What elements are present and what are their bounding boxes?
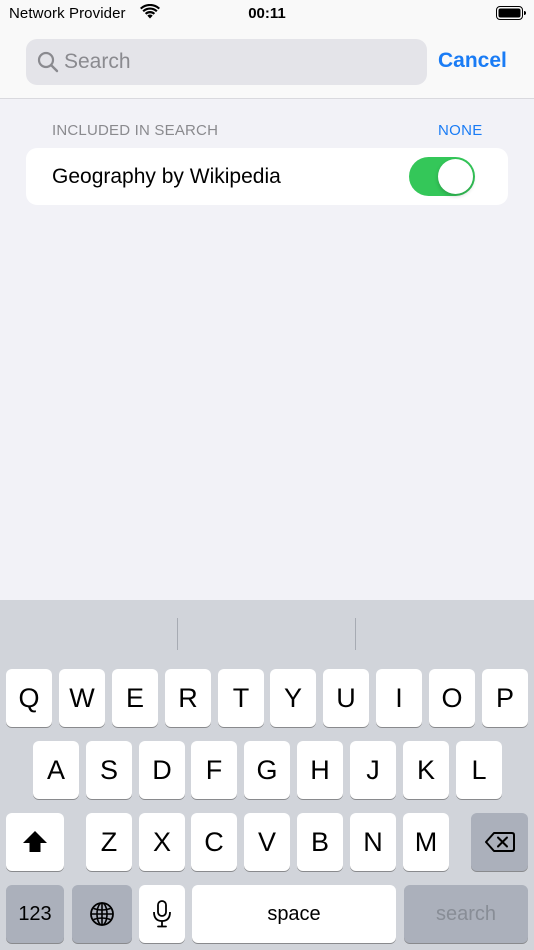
status-bar: Network Provider 00:11 [0,0,534,28]
key-j[interactable]: J [350,741,396,799]
key-t[interactable]: T [218,669,264,727]
toggle-knob [438,159,473,194]
key-n[interactable]: N [350,813,396,871]
delete-key[interactable] [471,813,528,871]
suggestion-divider [355,618,356,650]
section-header: INCLUDED IN SEARCH [52,122,219,139]
key-y[interactable]: Y [270,669,316,727]
delete-icon [484,832,515,852]
search-input[interactable] [64,39,414,85]
key-i[interactable]: I [376,669,422,727]
space-key[interactable]: space [192,885,396,943]
key-x[interactable]: X [139,813,185,871]
none-button[interactable]: NONE [438,122,483,139]
key-b[interactable]: B [297,813,343,871]
search-icon [37,51,59,73]
search-header: Cancel [0,28,534,99]
globe-icon [90,902,114,926]
search-key[interactable]: search [404,885,528,943]
key-o[interactable]: O [429,669,475,727]
key-k[interactable]: K [403,741,449,799]
keyboard: Q W E R T Y U I O P A S D F G H J K L Z … [0,600,534,950]
key-c[interactable]: C [191,813,237,871]
shift-icon [23,831,47,852]
key-l[interactable]: L [456,741,502,799]
key-a[interactable]: A [33,741,79,799]
cancel-button[interactable]: Cancel [438,49,507,73]
search-field[interactable] [26,39,427,85]
key-d[interactable]: D [139,741,185,799]
key-w[interactable]: W [59,669,105,727]
numbers-key[interactable]: 123 [6,885,64,943]
key-q[interactable]: Q [6,669,52,727]
key-m[interactable]: M [403,813,449,871]
suggestion-divider [177,618,178,650]
microphone-key[interactable] [139,885,185,943]
key-p[interactable]: P [482,669,528,727]
key-h[interactable]: H [297,741,343,799]
source-row-geography: Geography by Wikipedia [26,148,508,205]
key-z[interactable]: Z [86,813,132,871]
source-toggle[interactable] [409,157,475,196]
key-f[interactable]: F [191,741,237,799]
battery-icon [496,6,526,20]
source-label: Geography by Wikipedia [52,165,281,188]
key-r[interactable]: R [165,669,211,727]
key-v[interactable]: V [244,813,290,871]
globe-key[interactable] [72,885,132,943]
shift-key[interactable] [6,813,64,871]
status-time: 00:11 [248,5,286,22]
microphone-icon [153,900,171,928]
key-u[interactable]: U [323,669,369,727]
key-g[interactable]: G [244,741,290,799]
key-e[interactable]: E [112,669,158,727]
key-s[interactable]: S [86,741,132,799]
